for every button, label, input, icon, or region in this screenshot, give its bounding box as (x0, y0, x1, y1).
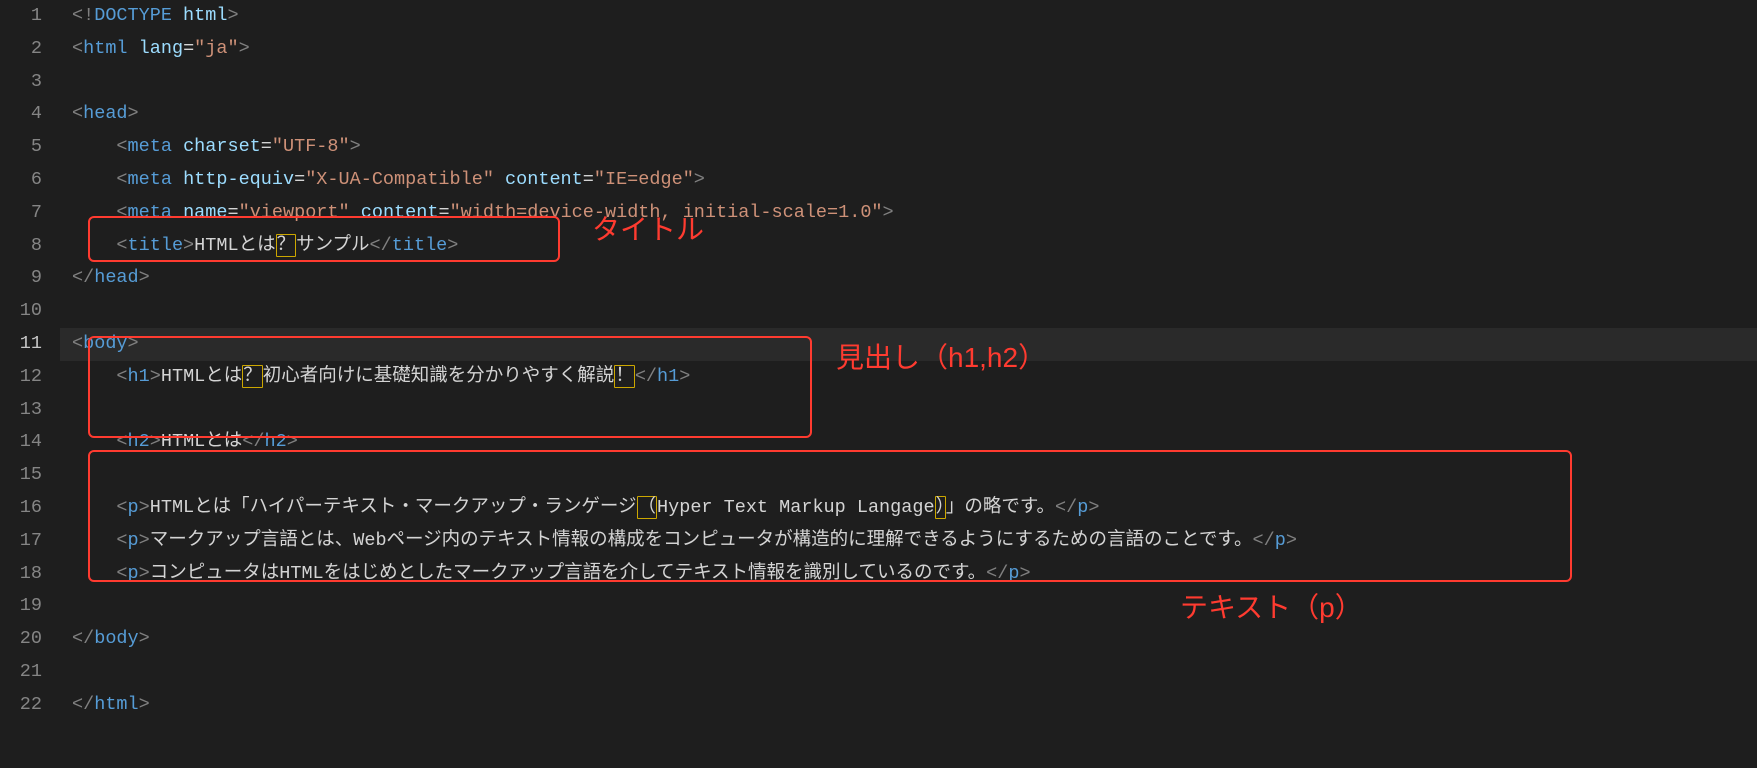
line-number: 4 (0, 98, 60, 131)
line-number: 22 (0, 689, 60, 722)
line-number: 19 (0, 590, 60, 623)
code-line[interactable]: <meta charset="UTF-8"> (60, 131, 1757, 164)
line-number: 1 (0, 0, 60, 33)
code-line[interactable]: <html lang="ja"> (60, 33, 1757, 66)
code-line[interactable] (60, 295, 1757, 328)
code-line[interactable]: <title>HTMLとは？サンプル</title> (60, 230, 1757, 263)
code-line[interactable]: <meta http-equiv="X-UA-Compatible" conte… (60, 164, 1757, 197)
line-number-gutter: 1 2 3 4 5 6 7 8 9 10 11 12 13 14 15 16 1… (0, 0, 60, 768)
line-number: 6 (0, 164, 60, 197)
code-line[interactable]: <p>マークアップ言語とは、Webページ内のテキスト情報の構成をコンピュータが構… (60, 525, 1757, 558)
line-number: 21 (0, 656, 60, 689)
line-number: 20 (0, 623, 60, 656)
line-number: 2 (0, 33, 60, 66)
code-line[interactable]: <!DOCTYPE html> (60, 0, 1757, 33)
code-line[interactable] (60, 394, 1757, 427)
line-number: 14 (0, 426, 60, 459)
code-line[interactable]: </head> (60, 262, 1757, 295)
line-number: 16 (0, 492, 60, 525)
code-line[interactable] (60, 459, 1757, 492)
code-line[interactable]: <h1>HTMLとは？初心者向けに基礎知識を分かりやすく解説！</h1> (60, 361, 1757, 394)
code-line[interactable]: <p>HTMLとは「ハイパーテキスト・マークアップ・ランゲージ（Hyper Te… (60, 492, 1757, 525)
code-line[interactable]: </html> (60, 689, 1757, 722)
code-line[interactable]: </body> (60, 623, 1757, 656)
line-number-active: 11 (0, 328, 60, 361)
line-number: 7 (0, 197, 60, 230)
code-editor[interactable]: 1 2 3 4 5 6 7 8 9 10 11 12 13 14 15 16 1… (0, 0, 1757, 768)
line-number: 5 (0, 131, 60, 164)
code-line[interactable]: <h2>HTMLとは</h2> (60, 426, 1757, 459)
code-line-active[interactable]: <body> (60, 328, 1757, 361)
line-number: 8 (0, 230, 60, 263)
line-number: 12 (0, 361, 60, 394)
code-area[interactable]: <!DOCTYPE html> <html lang="ja"> <head> … (60, 0, 1757, 768)
code-line[interactable]: <head> (60, 98, 1757, 131)
code-line[interactable]: <p>コンピュータはHTMLをはじめとしたマークアップ言語を介してテキスト情報を… (60, 558, 1757, 591)
code-line[interactable] (60, 66, 1757, 99)
code-line[interactable] (60, 656, 1757, 689)
line-number: 13 (0, 394, 60, 427)
line-number: 17 (0, 525, 60, 558)
line-number: 18 (0, 558, 60, 591)
line-number: 10 (0, 295, 60, 328)
line-number: 3 (0, 66, 60, 99)
line-number: 15 (0, 459, 60, 492)
code-line[interactable]: <meta name="viewport" content="width=dev… (60, 197, 1757, 230)
line-number: 9 (0, 262, 60, 295)
code-line[interactable] (60, 590, 1757, 623)
